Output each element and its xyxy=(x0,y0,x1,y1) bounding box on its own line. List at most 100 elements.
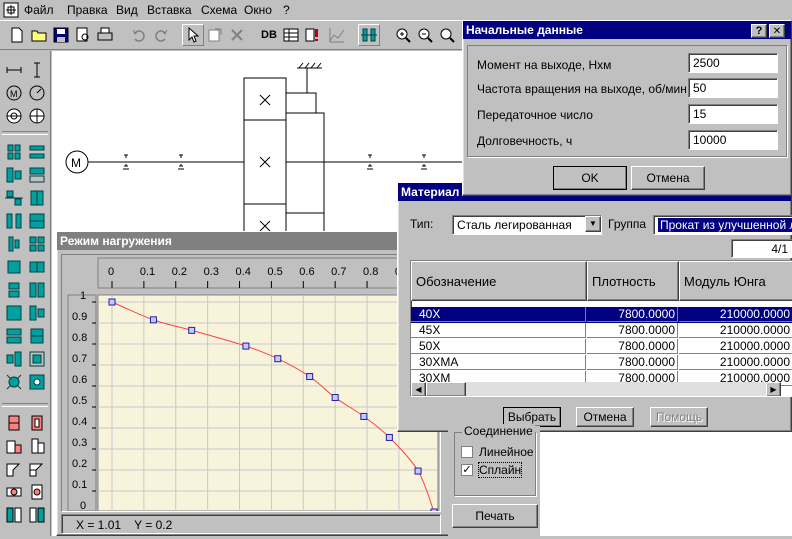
print-preview-icon[interactable] xyxy=(72,24,94,46)
load-chart[interactable]: 00.10.20.30.40.50.60.70.80.910.90.80.70.… xyxy=(62,255,440,511)
menu-scheme[interactable]: Схема xyxy=(201,3,237,17)
column-header-young-modulus[interactable]: Модуль Юнга xyxy=(679,261,792,301)
menu-help[interactable]: ? xyxy=(283,3,290,17)
new-file-icon[interactable] xyxy=(6,24,28,46)
gear-pair-15-icon[interactable] xyxy=(3,302,25,324)
gear-pair-9-icon[interactable] xyxy=(3,233,25,255)
gear-pair-16-icon[interactable] xyxy=(26,302,48,324)
graph-icon[interactable] xyxy=(326,24,348,46)
properties-icon[interactable] xyxy=(204,24,226,46)
column-header-name[interactable]: Обозначение xyxy=(411,261,587,301)
gear-pair-21-icon[interactable] xyxy=(3,371,25,393)
save-icon[interactable] xyxy=(50,24,72,46)
gear-pair-5-icon[interactable] xyxy=(3,187,25,209)
table-row[interactable]: 30ХМА 7800.0000 210000.0000 xyxy=(411,355,792,371)
table-row[interactable]: 45Х 7800.0000 210000.0000 xyxy=(411,323,792,339)
column-header-density[interactable]: Плотность xyxy=(587,261,679,301)
gear-pair-4-icon[interactable] xyxy=(26,164,48,186)
delete-icon[interactable] xyxy=(226,24,248,46)
material-help-button[interactable]: Помощь xyxy=(650,407,708,427)
bearing-2-icon[interactable] xyxy=(26,412,48,434)
shaft-vertical-icon[interactable] xyxy=(26,59,48,81)
bearing-6-icon[interactable] xyxy=(26,458,48,480)
gear-pair-3-icon[interactable] xyxy=(3,164,25,186)
menu-edit[interactable]: Правка xyxy=(67,3,108,17)
bearing-5-icon[interactable] xyxy=(3,458,25,480)
initial-dialog-title[interactable]: Начальные данные xyxy=(463,21,791,39)
print-button[interactable]: Печать xyxy=(452,504,538,528)
open-folder-icon[interactable] xyxy=(28,24,50,46)
bearing-4-icon[interactable] xyxy=(26,435,48,457)
redo-icon[interactable] xyxy=(150,24,172,46)
app-icon[interactable] xyxy=(3,2,19,18)
type-select[interactable]: Сталь легированная ▼ xyxy=(452,215,602,235)
data-point xyxy=(306,373,314,381)
scroll-right-icon[interactable]: ▶ xyxy=(766,382,781,396)
gear-pair-12-icon[interactable] xyxy=(26,256,48,278)
scroll-thumb[interactable] xyxy=(426,382,466,396)
gear-ratio-input[interactable]: 15 xyxy=(688,104,778,124)
y-tick-label: 0.9 xyxy=(72,311,87,323)
zoom-out-icon[interactable] xyxy=(414,24,436,46)
scheme-icon[interactable] xyxy=(358,24,380,46)
gear-pair-10-icon[interactable] xyxy=(26,233,48,255)
menu-file[interactable]: Файл xyxy=(24,3,54,17)
horizontal-scrollbar[interactable]: ◀ ▶ xyxy=(411,382,781,396)
bearing-3-icon[interactable] xyxy=(3,435,25,457)
data-point xyxy=(188,326,196,334)
gear-pair-8-icon[interactable] xyxy=(26,210,48,232)
gear-pair-18-icon[interactable] xyxy=(26,325,48,347)
table-row[interactable]: 40Х 7800.0000 210000.0000 xyxy=(411,307,792,323)
undo-icon[interactable] xyxy=(128,24,150,46)
linear-checkbox[interactable] xyxy=(461,446,473,458)
chevron-down-icon[interactable]: ▼ xyxy=(585,216,601,232)
print-icon[interactable] xyxy=(94,24,116,46)
motor-icon[interactable]: M xyxy=(3,82,25,104)
shaft-horizontal-icon[interactable] xyxy=(3,59,25,81)
group-select[interactable]: Прокат из улучшенной л xyxy=(653,215,792,235)
table-cell: 210000.0000 xyxy=(679,339,792,354)
help-icon[interactable]: ? xyxy=(751,24,767,38)
gear-pair-14-icon[interactable] xyxy=(26,279,48,301)
bearing-10-icon[interactable] xyxy=(26,504,48,526)
gear-pair-22-icon[interactable] xyxy=(26,371,48,393)
svg-text:M: M xyxy=(10,89,18,99)
gear-wheel-icon[interactable] xyxy=(3,105,25,127)
gear-pair-1-icon[interactable] xyxy=(3,141,25,163)
menu-window[interactable]: Окно xyxy=(244,3,272,17)
bearing-1-icon[interactable] xyxy=(3,412,25,434)
gear-pair-11-icon[interactable] xyxy=(3,256,25,278)
gear-pair-13-icon[interactable] xyxy=(3,279,25,301)
rotation-speed-input[interactable]: 50 xyxy=(688,78,778,98)
initial-cancel-button[interactable]: Отмена xyxy=(631,166,705,190)
gear-pair-2-icon[interactable] xyxy=(26,141,48,163)
pointer-icon[interactable] xyxy=(182,24,204,46)
clutch-icon[interactable] xyxy=(26,105,48,127)
gauge-icon[interactable] xyxy=(26,82,48,104)
menu-view[interactable]: Вид xyxy=(116,3,138,17)
bearing-9-icon[interactable] xyxy=(3,504,25,526)
durability-input[interactable]: 10000 xyxy=(688,130,778,150)
close-icon[interactable]: ✕ xyxy=(769,24,785,38)
gear-pair-7-icon[interactable] xyxy=(3,210,25,232)
gear-pair-17-icon[interactable] xyxy=(3,325,25,347)
gear-pair-19-icon[interactable] xyxy=(3,348,25,370)
calculate-icon[interactable] xyxy=(302,24,324,46)
gear-pair-6-icon[interactable] xyxy=(26,187,48,209)
gear-pair-20-icon[interactable] xyxy=(26,348,48,370)
zoom-fit-icon[interactable] xyxy=(436,24,458,46)
linear-label: Линейное xyxy=(479,445,534,459)
database-button[interactable]: DB xyxy=(258,24,280,46)
x-tick-label: 0.6 xyxy=(299,266,314,278)
zoom-in-icon[interactable] xyxy=(392,24,414,46)
table-icon[interactable] xyxy=(280,24,302,46)
torque-input[interactable]: 2500 xyxy=(688,53,778,73)
table-row[interactable]: 50Х 7800.0000 210000.0000 xyxy=(411,339,792,355)
menu-insert[interactable]: Вставка xyxy=(147,3,192,17)
scroll-left-icon[interactable]: ◀ xyxy=(411,382,426,396)
spline-checkbox[interactable]: ✓ xyxy=(461,464,473,476)
bearing-8-icon[interactable] xyxy=(26,481,48,503)
bearing-7-icon[interactable] xyxy=(3,481,25,503)
material-cancel-button[interactable]: Отмена xyxy=(576,407,634,427)
ok-button[interactable]: OK xyxy=(553,166,627,190)
